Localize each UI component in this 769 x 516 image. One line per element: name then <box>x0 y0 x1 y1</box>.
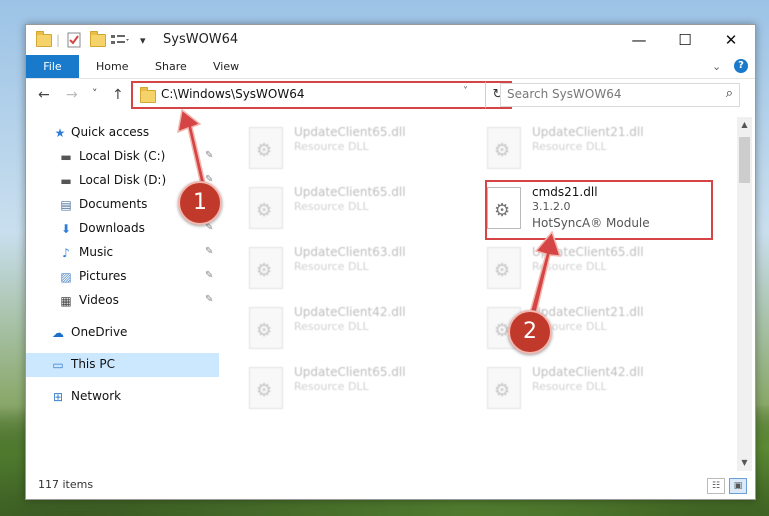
arrow-2 <box>527 230 562 323</box>
callout-2: 2 <box>508 310 552 354</box>
callout-1: 1 <box>178 181 222 225</box>
annotation-arrows <box>177 108 562 323</box>
